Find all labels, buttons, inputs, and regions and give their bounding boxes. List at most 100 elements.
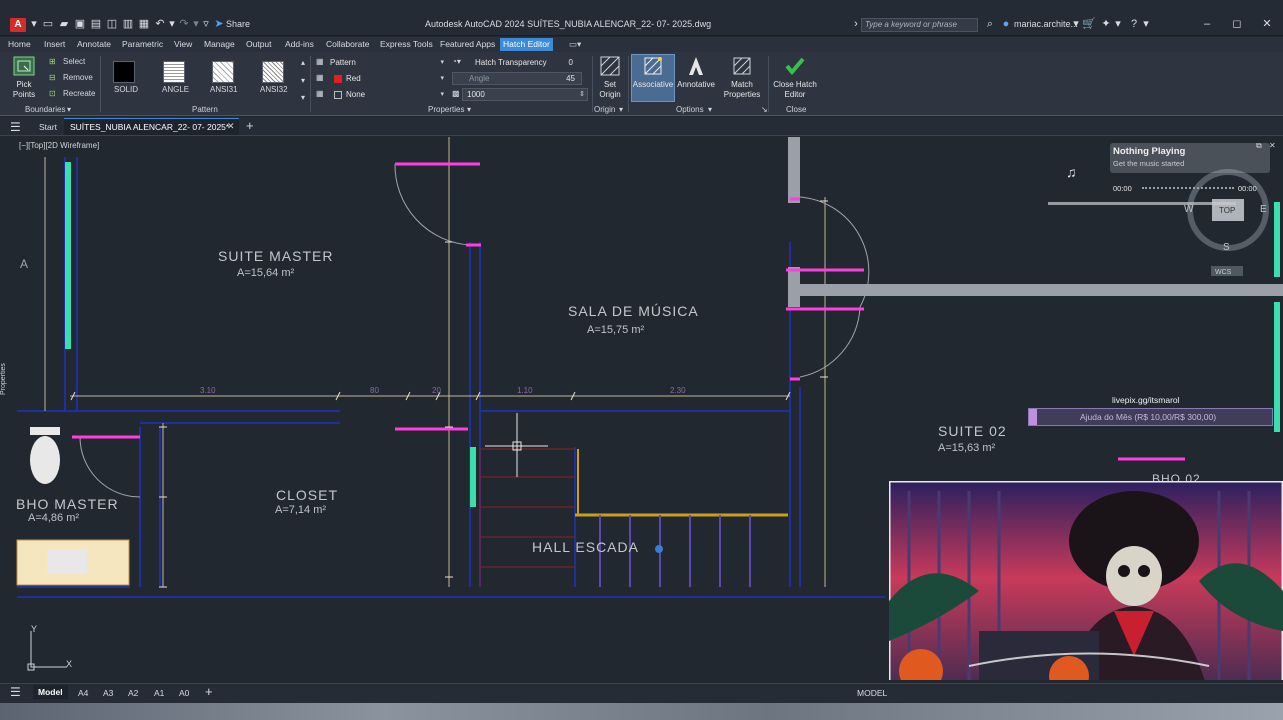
viewport-controls[interactable]: [−][Top][2D Wireframe] (19, 141, 99, 150)
viewcube-top-label[interactable]: TOP (1219, 206, 1235, 215)
ribbon-minimize-icon[interactable]: ▭▾ (566, 38, 584, 51)
close-tab-icon[interactable]: ✕ (227, 121, 235, 132)
pattern-expand-icon[interactable]: ▾ (301, 93, 305, 102)
ansi31-pattern-swatch[interactable] (212, 61, 234, 83)
search-input[interactable]: Type a keyword or phrase (861, 18, 978, 32)
tab-manage[interactable]: Manage (201, 38, 238, 51)
save-icon[interactable]: ▣ (74, 19, 86, 30)
customize-qat-icon[interactable]: ▿ (200, 19, 212, 30)
layout-menu-icon[interactable]: ☰ (10, 685, 21, 699)
tab-home[interactable]: Home (5, 38, 34, 51)
web-icon[interactable]: ◫ (106, 19, 118, 30)
room-label: SALA DE MÚSICA (568, 303, 699, 319)
options-dialog-launcher-icon[interactable]: ↘ (761, 105, 768, 114)
tab-express-tools[interactable]: Express Tools (377, 38, 436, 51)
select-button[interactable]: Select (63, 57, 85, 66)
music-progress-bar[interactable] (1142, 187, 1234, 190)
options-expand-icon[interactable]: ▾ (708, 105, 712, 114)
undo-dropdown-icon[interactable]: ▾ (166, 19, 178, 30)
autocad-logo[interactable]: A (10, 18, 26, 32)
hatch-type-select[interactable]: Pattern ▾ (329, 56, 447, 69)
model-space-toggle[interactable]: MODEL (857, 688, 887, 698)
help-dropdown-icon[interactable]: ▾ (1140, 19, 1152, 30)
new-file-icon[interactable]: ▭ (42, 19, 54, 30)
hatch-color-select[interactable]: Red ▾ (329, 72, 447, 85)
wcs-label[interactable]: WCS (1215, 269, 1232, 276)
pattern-scroll-up-icon[interactable]: ▴ (301, 58, 305, 67)
associative-toggle[interactable]: Associative (631, 54, 675, 102)
drawing-canvas[interactable]: 3.10 80 20 1.10 2.30 Y X TOP W E S WCS [… (0, 137, 1283, 680)
tab-add-ins[interactable]: Add-ins (282, 38, 317, 51)
undo-icon[interactable]: ↶ (154, 19, 166, 30)
save-as-icon[interactable]: ▤ (90, 19, 102, 30)
tab-layout-a4[interactable]: A4 (78, 688, 88, 698)
background-color-value: None (346, 90, 366, 99)
music-divider (1048, 202, 1236, 205)
close-hatch-editor-button[interactable]: Close Hatch Editor (771, 55, 819, 100)
match-properties-button[interactable]: Match Properties (720, 55, 764, 100)
user-icon[interactable]: ● (1000, 19, 1012, 30)
minimize-icon[interactable]: – (1201, 19, 1213, 30)
tab-insert[interactable]: Insert (41, 38, 68, 51)
add-layout-icon[interactable]: + (205, 684, 213, 699)
set-origin-button[interactable]: Set Origin (596, 55, 624, 100)
tab-layout-a0[interactable]: A0 (179, 688, 189, 698)
search-icon[interactable]: ⌕ (984, 19, 996, 30)
origin-expand-icon[interactable]: ▾ (619, 105, 623, 114)
donation-widget: livepix.gg/itsmarol Ajuda do Mês (R$ 10,… (1028, 392, 1273, 428)
boundaries-panel-title[interactable]: Boundaries (25, 105, 65, 114)
restore-icon[interactable]: ◻ (1231, 19, 1243, 30)
angle-pattern-swatch[interactable] (163, 61, 185, 83)
app-dropdown-icon[interactable]: ▾ (1112, 19, 1124, 30)
transparency-value: 0 (568, 58, 573, 67)
boundaries-expand-icon[interactable]: ▾ (67, 105, 71, 114)
tab-view[interactable]: View (171, 38, 195, 51)
tab-collaborate[interactable]: Collaborate (323, 38, 372, 51)
tab-layout-a2[interactable]: A2 (128, 688, 138, 698)
properties-panel-title[interactable]: Properties (428, 105, 464, 114)
scale-field[interactable]: 1000 ⇕ (462, 88, 588, 101)
annotative-button[interactable]: Annotative (676, 55, 716, 90)
cart-icon[interactable]: 🛒 (1082, 19, 1096, 30)
user-name[interactable]: mariac.archite... (1014, 19, 1078, 29)
tab-hatch-editor[interactable]: Hatch Editor (500, 38, 553, 51)
close-icon[interactable]: ✕ (1261, 19, 1273, 30)
recreate-button[interactable]: Recreate (63, 89, 95, 98)
autodesk-app-icon[interactable]: ✦ (1100, 19, 1112, 30)
angle-field[interactable]: Angle 45 (452, 72, 582, 85)
plot-icon[interactable]: ▦ (138, 19, 150, 30)
ansi32-pattern-swatch[interactable] (262, 61, 284, 83)
redo-icon[interactable]: ↷ (178, 19, 190, 30)
share-button[interactable]: Share (226, 19, 250, 29)
remove-button[interactable]: Remove (63, 73, 93, 82)
pattern-scroll-down-icon[interactable]: ▾ (301, 76, 305, 85)
tab-layout-a3[interactable]: A3 (103, 688, 113, 698)
origin-panel-title[interactable]: Origin (594, 105, 615, 114)
grip-point[interactable] (655, 545, 663, 553)
share-icon[interactable]: ➤ (213, 19, 225, 30)
tab-featured-apps[interactable]: Featured Apps (437, 38, 498, 51)
tab-model[interactable]: Model (33, 685, 68, 699)
hamburger-menu-icon[interactable]: ☰ (10, 120, 21, 134)
popout-icon[interactable]: ⧉ (1256, 141, 1262, 151)
help-icon[interactable]: ? (1128, 19, 1140, 30)
solid-pattern-swatch[interactable] (113, 61, 135, 83)
tab-annotate[interactable]: Annotate (74, 38, 114, 51)
properties-palette-tab[interactable]: Properties (0, 363, 7, 395)
search-arrow-icon[interactable]: › (852, 19, 860, 30)
new-tab-icon[interactable]: + (246, 118, 254, 133)
background-color-select[interactable]: None ▾ (329, 88, 447, 101)
tab-output[interactable]: Output (243, 38, 275, 51)
close-widget-icon[interactable]: ✕ (1269, 141, 1276, 150)
tab-parametric[interactable]: Parametric (119, 38, 166, 51)
properties-expand-icon[interactable]: ▾ (467, 105, 471, 114)
user-dropdown-icon[interactable]: ▾ (1070, 19, 1082, 30)
tab-layout-a1[interactable]: A1 (154, 688, 164, 698)
app-menu-chevron-icon[interactable]: ▾ (28, 19, 40, 30)
options-panel-title[interactable]: Options (676, 105, 704, 114)
cloud-icon[interactable]: ▥ (122, 19, 134, 30)
open-file-icon[interactable]: ▰ (58, 19, 70, 30)
tab-start[interactable]: Start (39, 122, 57, 132)
transparency-field[interactable]: Hatch Transparency 0 (474, 56, 580, 69)
pick-points-button[interactable]: Pick Points (6, 55, 42, 100)
